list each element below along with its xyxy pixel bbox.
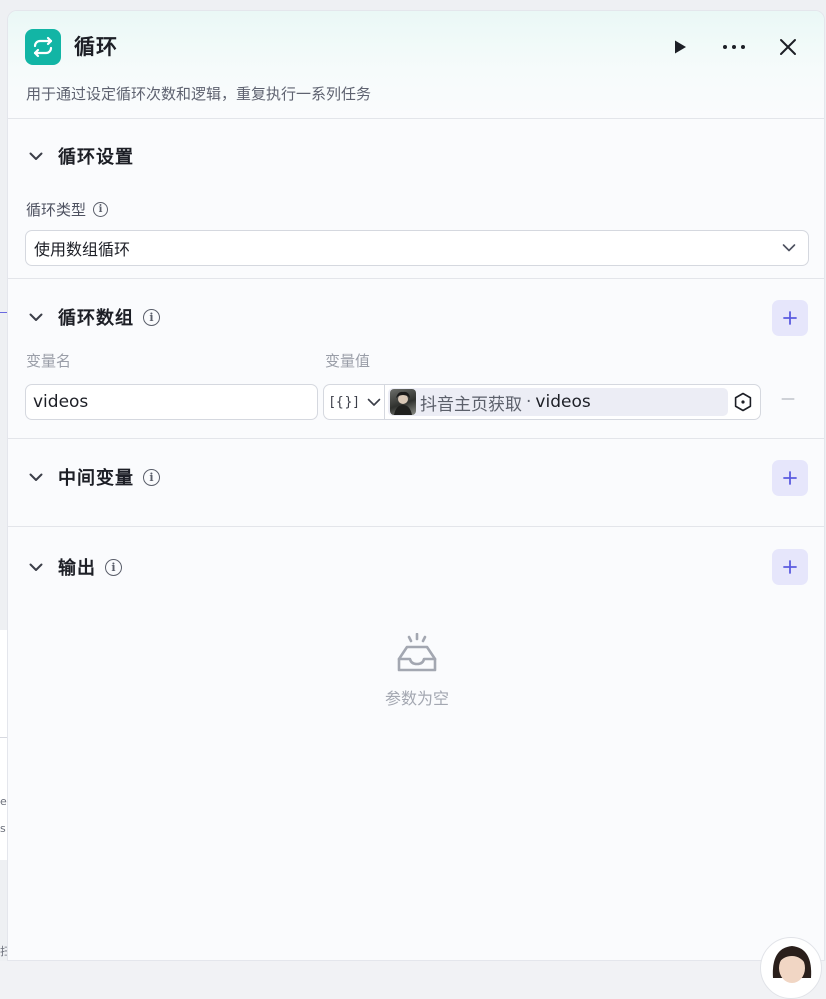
chevron-down-icon (26, 307, 46, 327)
section-title: 循环数组 (58, 308, 134, 329)
input-value: videos (33, 392, 89, 412)
intermediate-header[interactable]: 中间变量 i (26, 464, 160, 490)
plus-icon (783, 471, 797, 485)
output-section: 输出 i 参数为空 (8, 527, 824, 947)
reference-separator: · (526, 392, 532, 412)
chevron-down-icon (367, 398, 380, 406)
column-label-value: 变量值 (325, 352, 371, 370)
panel-header: 循环 用于通过设定循环次数和逻辑，重复执行一系列任务 (8, 11, 824, 119)
add-output-button[interactable] (772, 549, 808, 585)
source-node-name: 抖音主页获取 (420, 394, 522, 415)
intermediate-variables-section: 中间变量 i (8, 439, 824, 527)
loop-array-section: 循环数组 i 变量名 变量值 videos [{}] 抖音主页获取 · vide… (8, 279, 824, 439)
empty-state: 参数为空 (8, 632, 824, 709)
close-icon (780, 39, 796, 55)
add-intermediate-variable-button[interactable] (772, 460, 808, 496)
column-label-name: 变量名 (26, 352, 72, 370)
add-loop-array-button[interactable] (772, 300, 808, 336)
plus-icon (783, 311, 797, 325)
section-title: 输出 (58, 558, 96, 579)
select-value: 使用数组循环 (34, 240, 131, 259)
plus-icon (783, 560, 797, 574)
info-icon[interactable]: i (143, 308, 160, 326)
run-button[interactable] (666, 33, 694, 61)
chevron-down-icon (26, 467, 46, 487)
type-selector[interactable]: [{}] (324, 385, 385, 419)
close-button[interactable] (774, 33, 802, 61)
loop-icon (25, 29, 61, 65)
canvas-text-fragment: s (0, 822, 6, 835)
loop-settings-section: 循环设置 循环类型 i 使用数组循环 (8, 119, 824, 279)
chevron-down-icon (26, 557, 46, 577)
source-variable-name: videos (535, 392, 591, 412)
info-icon[interactable]: i (93, 202, 109, 217)
chevron-down-icon (26, 146, 46, 166)
info-icon[interactable]: i (105, 558, 122, 576)
more-icon (723, 45, 745, 49)
info-icon[interactable]: i (143, 468, 160, 486)
section-title: 循环设置 (58, 147, 134, 168)
variable-value-reference[interactable]: [{}] 抖音主页获取 · videos (323, 384, 761, 420)
loop-type-label: 循环类型 i (26, 199, 109, 220)
field-label-text: 循环类型 (26, 201, 87, 219)
empty-inbox-icon (397, 632, 437, 672)
loop-settings-header[interactable]: 循环设置 (26, 143, 134, 169)
source-node-avatar (390, 389, 416, 415)
assistant-avatar[interactable] (760, 937, 822, 999)
node-description: 用于通过设定循环次数和逻辑，重复执行一系列任务 (26, 85, 372, 103)
variable-name-input[interactable]: videos (25, 384, 318, 420)
loop-node-panel: 循环 用于通过设定循环次数和逻辑，重复执行一系列任务 循环设置 循环类型 i 使… (7, 10, 825, 961)
loop-array-header[interactable]: 循环数组 i (26, 304, 160, 330)
reference-chip[interactable]: 抖音主页获取 · videos (388, 388, 728, 416)
output-header[interactable]: 输出 i (26, 554, 122, 580)
variable-picker-icon[interactable] (733, 392, 753, 416)
loop-type-select[interactable]: 使用数组循环 (25, 230, 809, 266)
remove-row-button[interactable]: — (781, 391, 795, 407)
node-title: 循环 (74, 35, 118, 59)
section-title: 中间变量 (58, 468, 134, 489)
canvas-text-fragment: e (0, 795, 7, 808)
array-object-type-icon: [{}] (330, 394, 359, 410)
run-icon (675, 40, 686, 54)
chevron-down-icon (782, 240, 796, 260)
more-button[interactable] (720, 33, 748, 61)
empty-state-text: 参数为空 (384, 689, 449, 708)
